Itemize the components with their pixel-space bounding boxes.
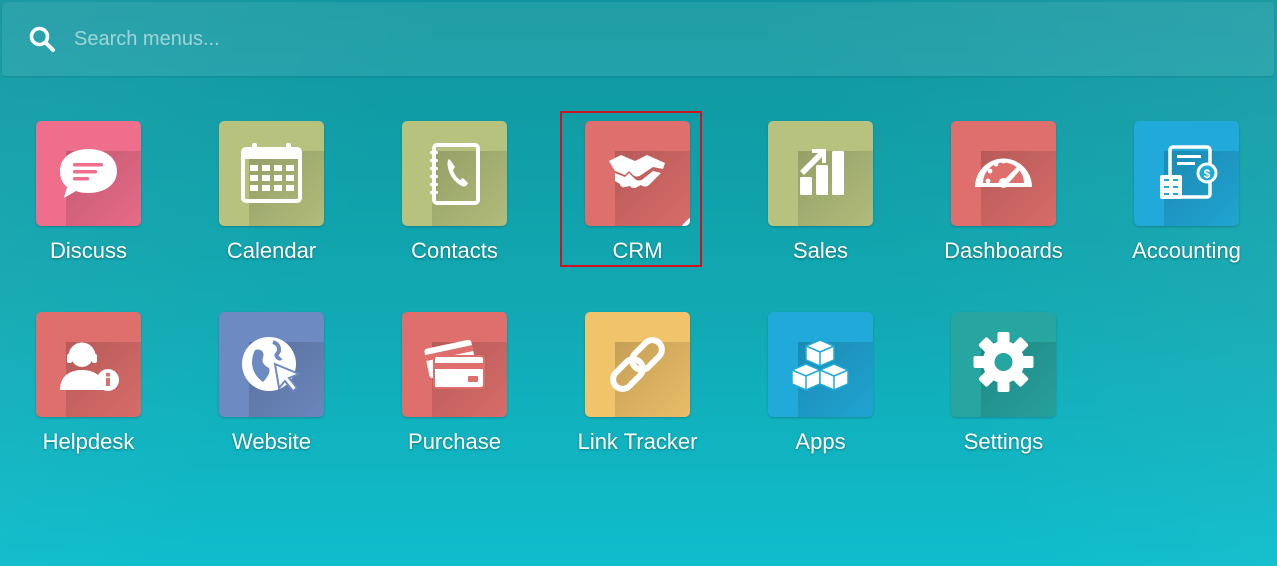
app-label: Contacts [411,238,498,263]
app-label: Settings [963,429,1044,454]
app-apps[interactable]: Apps [729,312,912,472]
credit-cards-icon [402,312,507,417]
app-accounting[interactable]: $ Accounting [1095,121,1277,281]
app-settings[interactable]: Settings [912,312,1095,472]
app-sales[interactable]: Sales [729,121,912,281]
check-badge-icon [664,200,690,226]
app-label: Calendar [226,238,317,263]
handshake-icon [585,121,690,226]
app-label: Helpdesk [42,429,135,454]
cubes-icon [768,312,873,417]
app-label: Accounting [1132,238,1241,263]
address-book-icon [402,121,507,226]
app-label: Dashboards [944,238,1063,263]
globe-cursor-icon [219,312,324,417]
app-label: Apps [795,429,846,454]
app-label: Discuss [49,238,127,263]
app-label: CRM [612,238,663,263]
chat-bubble-icon [36,121,141,226]
app-label: Purchase [408,429,501,454]
app-calendar[interactable]: Calendar [180,121,363,281]
app-discuss[interactable]: Discuss [0,121,180,281]
app-label: Link Tracker [577,429,698,454]
app-website[interactable]: Website [180,312,363,472]
invoice-calculator-icon: $ [1134,121,1239,226]
app-grid: Discuss Calendar Contacts CRM Sales Dash… [0,0,1277,566]
app-label: Website [231,429,312,454]
speedometer-icon [951,121,1056,226]
bar-chart-icon [768,121,873,226]
app-helpdesk[interactable]: Helpdesk [0,312,180,472]
svg-text:$: $ [1204,167,1211,181]
gear-icon [951,312,1056,417]
app-crm[interactable]: CRM [546,121,729,281]
calendar-icon [219,121,324,226]
app-link-tracker[interactable]: Link Tracker [546,312,729,472]
app-contacts[interactable]: Contacts [363,121,546,281]
link-icon [585,312,690,417]
app-label: Sales [792,238,849,263]
app-purchase[interactable]: Purchase [363,312,546,472]
app-dashboards[interactable]: Dashboards [912,121,1095,281]
support-agent-icon [36,312,141,417]
